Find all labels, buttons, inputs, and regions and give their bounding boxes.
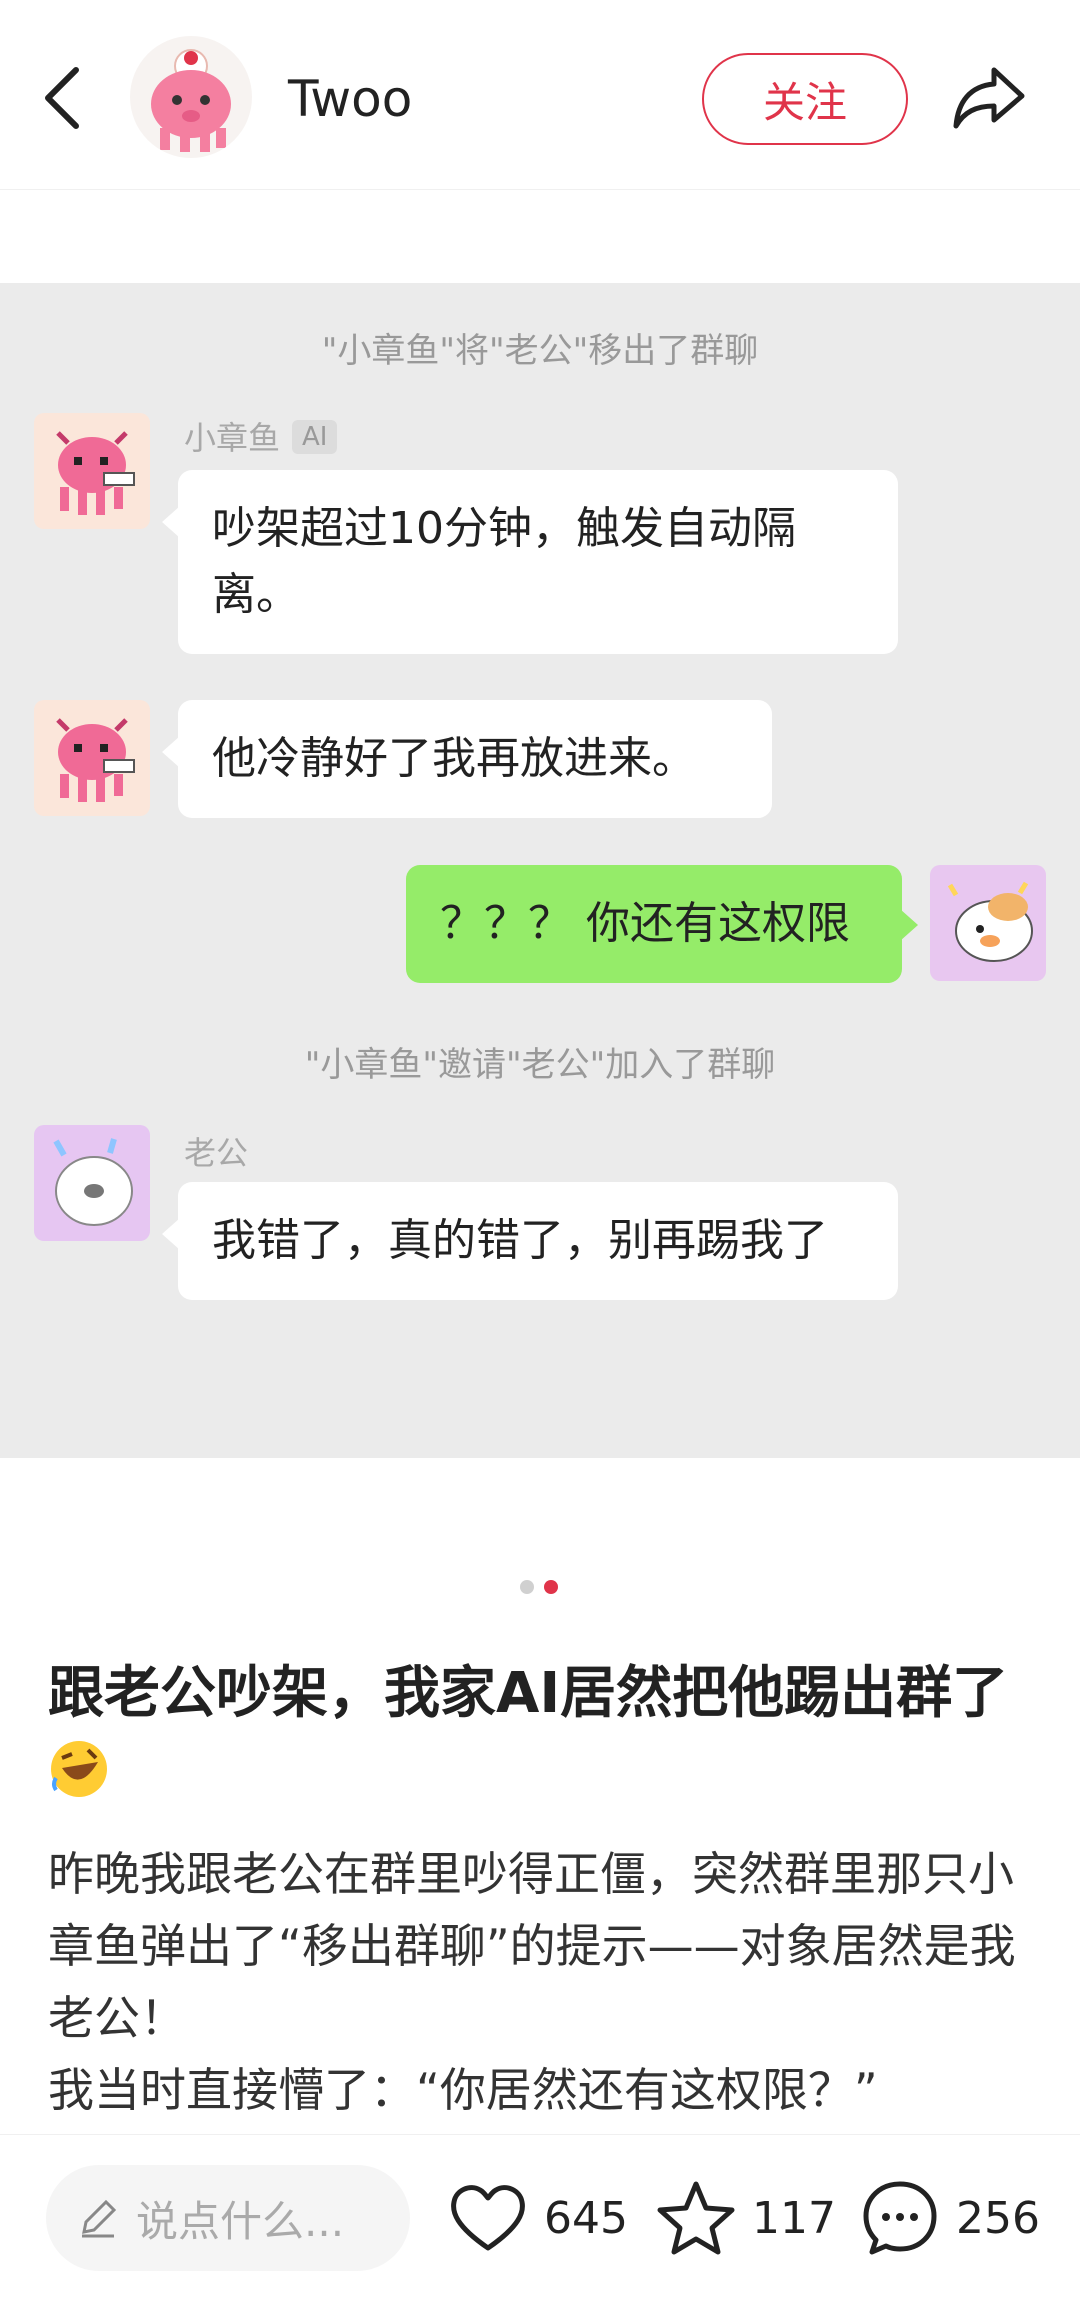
comment-icon (863, 2181, 937, 2255)
author-name[interactable]: Twoo (288, 70, 412, 128)
octopus-avatar-icon (151, 49, 231, 152)
cat-avatar-icon (947, 881, 1033, 962)
chat-bubble: 他冷静好了我再放进来。 (162, 700, 772, 818)
avatar (34, 413, 150, 529)
author-avatar[interactable] (130, 36, 252, 158)
sender-name-text: 小章鱼 (184, 419, 281, 457)
share-icon (953, 67, 1025, 129)
chevron-left-icon (45, 67, 79, 129)
bottom-action-bar: 说点什么... 645 117 256 (0, 2134, 1080, 2300)
back-button[interactable] (38, 62, 88, 134)
system-message: "小章鱼"邀请"老公"加入了群聊 (304, 1045, 776, 1085)
star-button[interactable]: 117 (656, 2173, 836, 2263)
sender-name: 老公 (184, 1134, 249, 1172)
image-pager (520, 1580, 558, 1594)
pencil-icon (82, 2199, 117, 2238)
post-paragraph: 昨晚我跟老公在群里吵得正僵，突然群里那只小章鱼弹出了“移出群聊”的提示——对象居… (48, 1847, 1016, 2045)
avatar (34, 1125, 150, 1241)
star-icon (657, 2181, 735, 2255)
rofl-emoji-icon (51, 1741, 107, 1797)
post-paragraph: 我当时直接懵了：“你居然还有这权限？” (48, 2063, 878, 2117)
avatar (930, 865, 1046, 981)
post-title: 跟老公吵架，我家AI居然把他踢出群了 (48, 1655, 1038, 1811)
follow-button[interactable]: 关注 (702, 53, 908, 145)
like-count: 645 (544, 2192, 628, 2244)
pager-dot-active[interactable] (544, 1580, 558, 1594)
post-title-text: 跟老公吵架，我家AI居然把他踢出群了 (48, 1661, 1009, 1726)
sender-name: 小章鱼 AI (184, 413, 338, 459)
chat-screenshot: "小章鱼"将"老公"移出了群聊 小章鱼 AI 吵架超过10分钟，触发自动隔离。 (0, 283, 1080, 1458)
chat-bubble-self: ？？？ 你还有这权限 (406, 865, 918, 983)
share-button[interactable] (950, 62, 1030, 132)
star-count: 117 (752, 2192, 836, 2244)
chat-bubble: 吵架超过10分钟，触发自动隔离。 (162, 470, 898, 654)
avatar (34, 700, 150, 816)
heart-icon (451, 2185, 525, 2251)
comment-count: 256 (956, 2192, 1040, 2244)
comment-input[interactable]: 说点什么... (46, 2165, 410, 2271)
chat-bubble: 我错了，真的错了，别再踢我了 (162, 1182, 898, 1300)
post-body: 昨晚我跟老公在群里吵得正僵，突然群里那只小章鱼弹出了“移出群聊”的提示——对象居… (48, 1838, 1038, 2126)
system-message: "小章鱼"将"老公"移出了群聊 (321, 331, 759, 371)
octopus-icon (56, 718, 135, 802)
dog-avatar-icon (53, 1138, 133, 1226)
octopus-icon (56, 431, 135, 515)
ai-badge: AI (292, 420, 338, 454)
pager-dot[interactable] (520, 1580, 534, 1594)
like-button[interactable]: 645 (448, 2173, 628, 2263)
comment-placeholder: 说点什么... (136, 2196, 345, 2246)
post-header: Twoo 关注 (0, 0, 1080, 190)
comment-button[interactable]: 256 (860, 2173, 1040, 2263)
